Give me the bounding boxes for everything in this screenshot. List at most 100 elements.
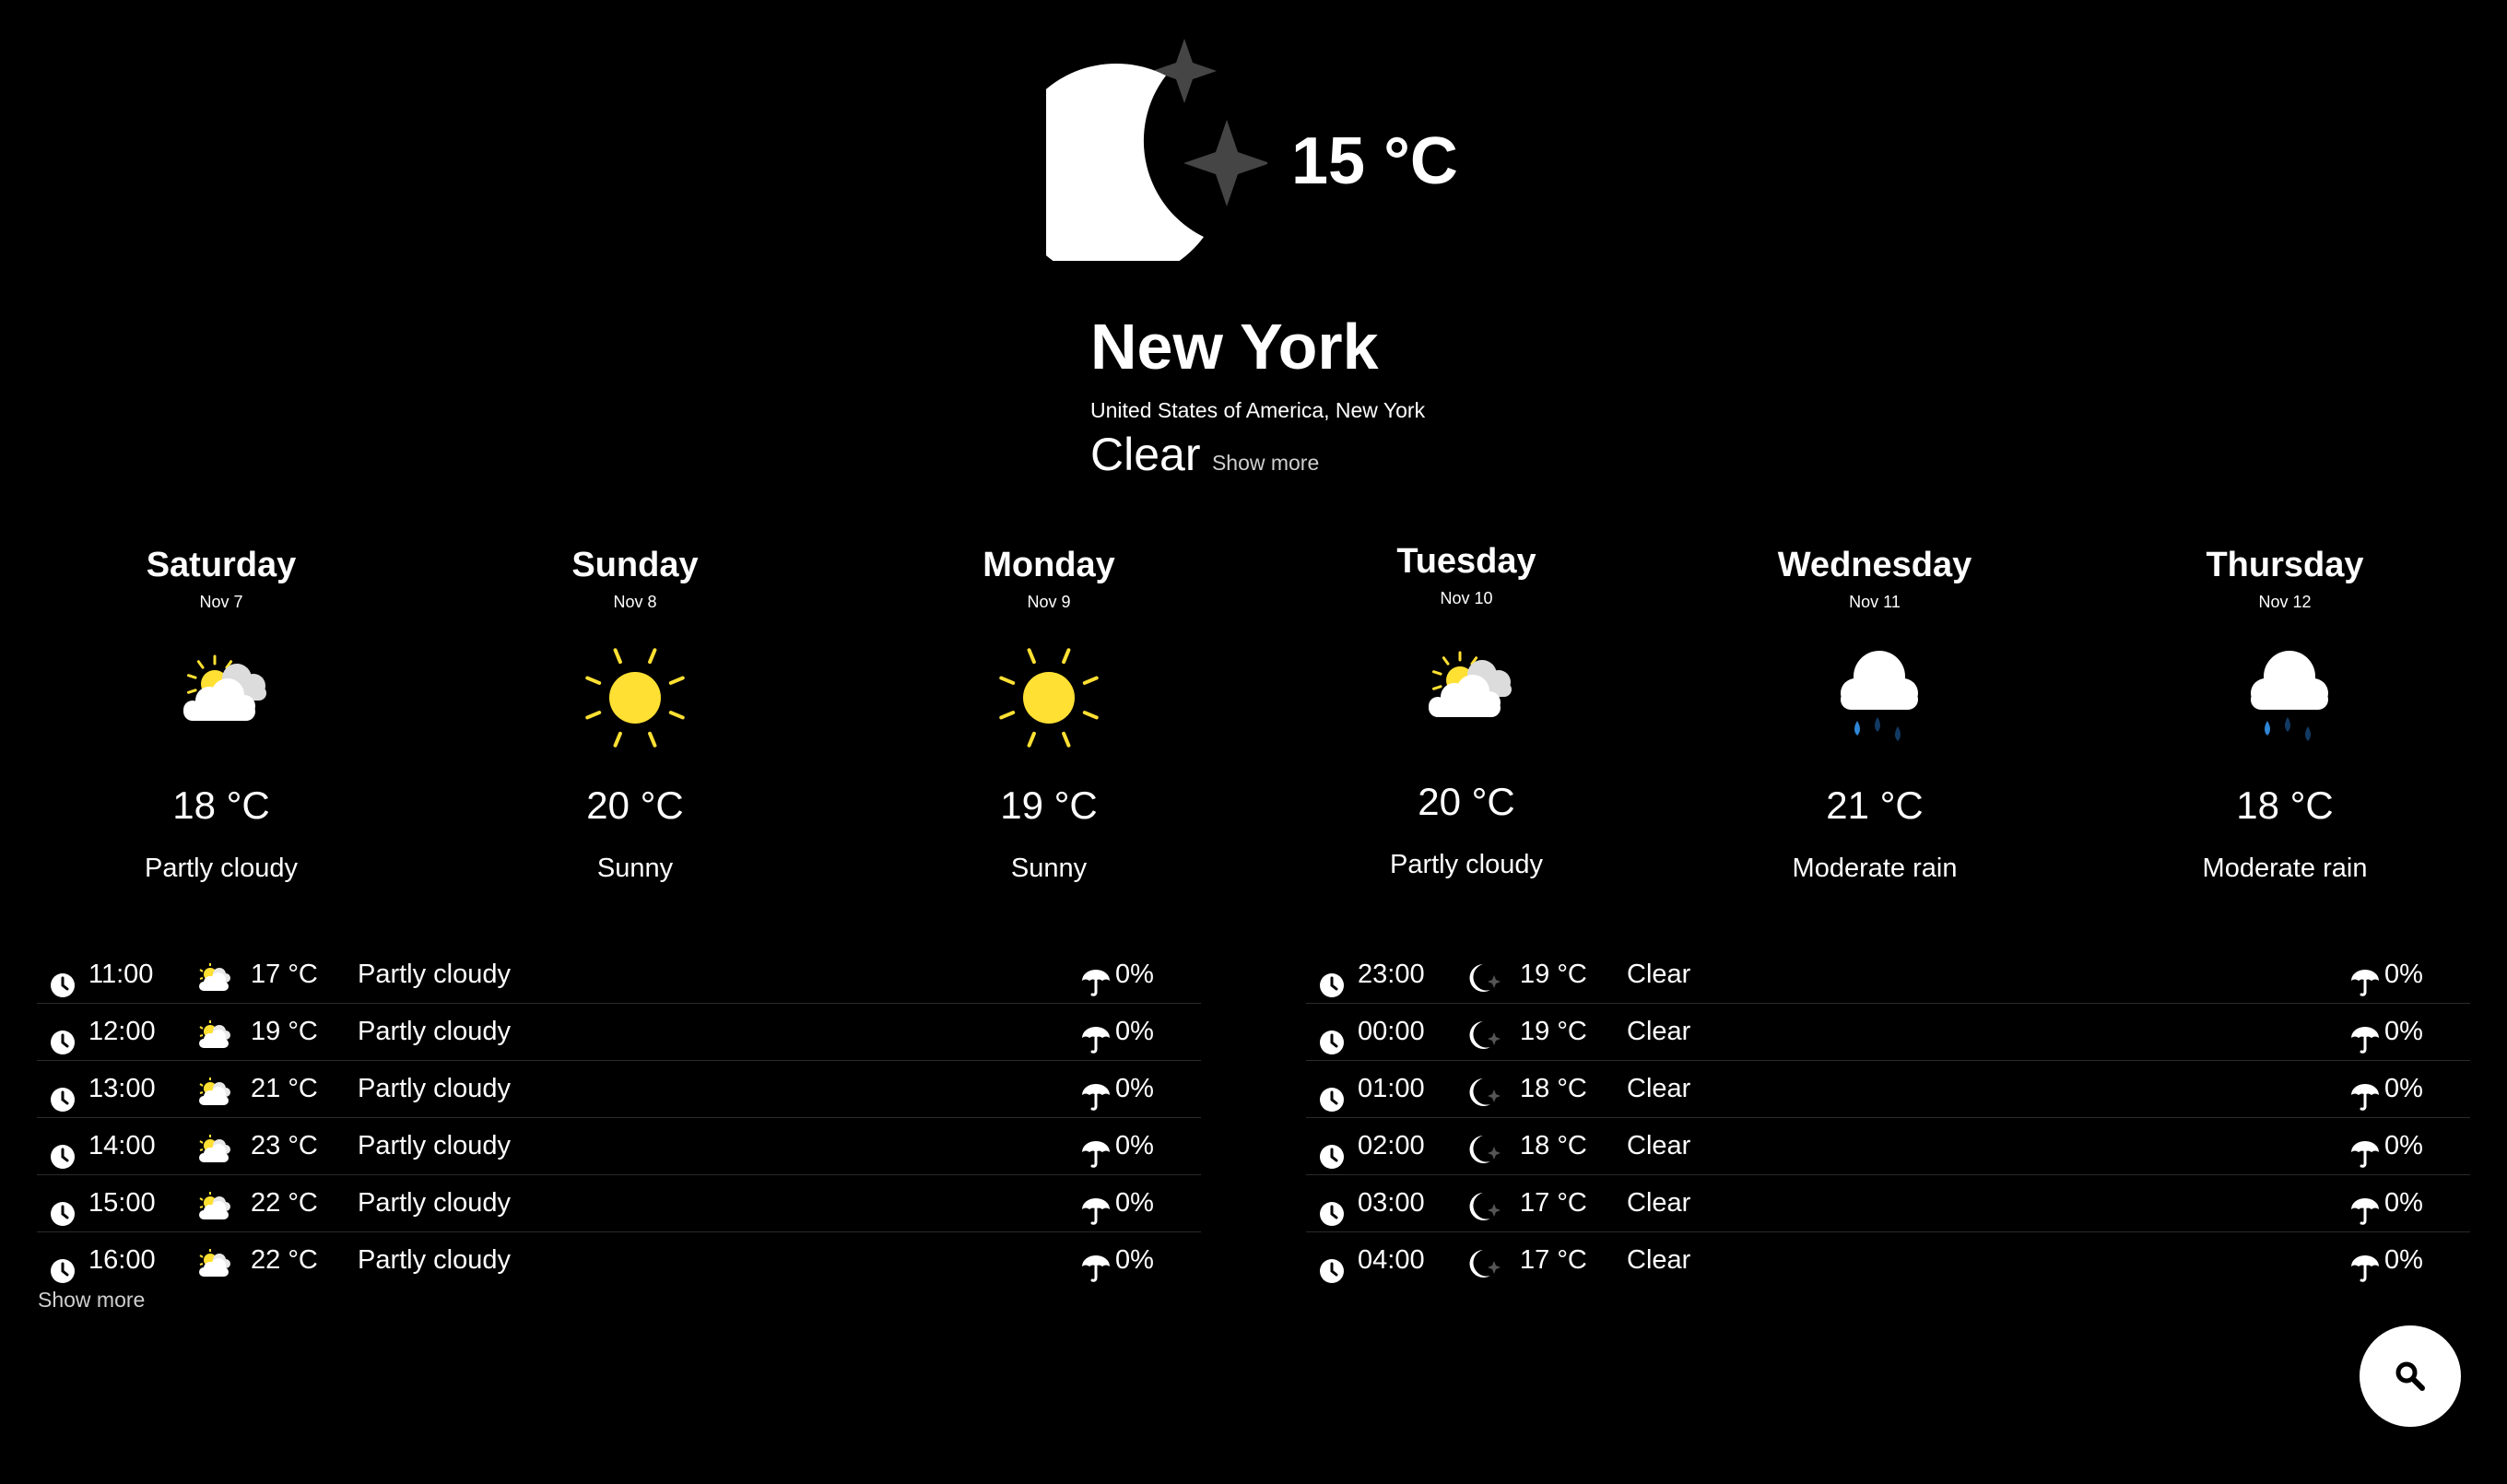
hour-time: 02:00 <box>1358 1131 1425 1160</box>
hour-temperature: 19 °C <box>1520 960 1587 989</box>
hourly-show-more-link[interactable]: Show more <box>38 1288 145 1313</box>
city-name: New York <box>1090 311 1379 383</box>
umbrella-icon <box>2349 1190 2381 1225</box>
weather-app: 15 °C New York United States of America,… <box>0 0 2507 1484</box>
hourly-row: 01:00 18 °C Clear 0% <box>1306 1061 2470 1118</box>
hour-time: 01:00 <box>1358 1074 1425 1103</box>
umbrella-icon <box>2349 1247 2381 1282</box>
hourly-row: 04:00 17 °C Clear 0% <box>1306 1232 2470 1289</box>
forecast-temperature: 18 °C <box>172 783 270 827</box>
forecast-day-name: Sunday <box>571 546 699 584</box>
hourly-row: 12:00 19 °C Partly cloudy 0% <box>37 1004 1201 1061</box>
forecast-date: Nov 9 <box>1027 593 1071 611</box>
hour-time: 04:00 <box>1358 1245 1425 1275</box>
hour-temperature: 23 °C <box>251 1131 318 1160</box>
forecast-date: Nov 11 <box>1849 593 1901 611</box>
partly-cloudy-icon <box>194 1244 234 1278</box>
hour-time: 03:00 <box>1358 1188 1425 1218</box>
umbrella-icon <box>1080 1133 1112 1168</box>
forecast-temperature: 19 °C <box>1000 783 1098 827</box>
hour-condition: Clear <box>1627 1188 1691 1218</box>
forecast-day-wednesday: Wednesday Nov 11 21 °C Moderate rain <box>1736 542 2013 887</box>
precipitation-chance: 0% <box>2384 1074 2423 1103</box>
hour-condition: Partly cloudy <box>358 1131 512 1160</box>
rain-cloud-icon <box>1815 638 1935 758</box>
forecast-day-saturday: Saturday Nov 7 18 °C Partly cloudy <box>83 542 359 887</box>
hour-condition: Clear <box>1627 1245 1691 1275</box>
precipitation-chance: 0% <box>2384 1131 2423 1160</box>
hour-time: 12:00 <box>88 1017 156 1046</box>
rain-cloud-icon <box>2225 638 2345 758</box>
precipitation-chance: 0% <box>1115 1074 1154 1103</box>
clock-icon <box>1319 1077 1345 1112</box>
show-more-link[interactable]: Show more <box>1212 451 1319 475</box>
forecast-day-name: Thursday <box>2206 546 2364 584</box>
hourly-row: 11:00 17 °C Partly cloudy 0% <box>37 947 1201 1004</box>
umbrella-icon <box>2349 1133 2381 1168</box>
forecast-day-sunday: Sunday Nov 8 20 °C Sunny <box>497 542 773 887</box>
hourly-row: 00:00 19 °C Clear 0% <box>1306 1004 2470 1061</box>
umbrella-icon <box>1080 1247 1112 1282</box>
hourly-row: 02:00 18 °C Clear 0% <box>1306 1118 2470 1175</box>
hour-time: 23:00 <box>1358 960 1425 989</box>
forecast-day-name: Wednesday <box>1777 546 1972 584</box>
hour-temperature: 17 °C <box>1520 1188 1587 1218</box>
region-name: United States of America, New York <box>1090 398 1426 422</box>
search-icon <box>2395 1361 2425 1391</box>
sun-icon <box>575 638 695 758</box>
partly-cloudy-icon <box>194 1016 234 1049</box>
precipitation-chance: 0% <box>1115 1131 1154 1160</box>
current-condition: Clear <box>1090 429 1201 480</box>
hour-temperature: 17 °C <box>1520 1245 1587 1275</box>
forecast-day-thursday: Thursday Nov 12 18 °C Moderate rain <box>2147 542 2423 887</box>
precipitation-chance: 0% <box>2384 1017 2423 1046</box>
hour-temperature: 17 °C <box>251 960 318 989</box>
hour-temperature: 18 °C <box>1520 1074 1587 1103</box>
forecast-temperature: 20 °C <box>586 783 684 827</box>
hour-condition: Partly cloudy <box>358 1245 512 1275</box>
hour-time: 14:00 <box>88 1131 156 1160</box>
hour-condition: Clear <box>1627 1131 1691 1160</box>
precipitation-chance: 0% <box>2384 960 2423 989</box>
clock-icon <box>1319 1019 1345 1054</box>
hourly-row: 23:00 19 °C Clear 0% <box>1306 947 2470 1004</box>
clock-icon <box>50 962 76 997</box>
moon-icon <box>1463 1187 1503 1220</box>
forecast-condition: Partly cloudy <box>144 854 298 883</box>
hour-time: 15:00 <box>88 1188 156 1218</box>
forecast-day-name: Tuesday <box>1396 542 1536 581</box>
current-temperature: 15 °C <box>1291 124 1458 198</box>
umbrella-icon <box>1080 1019 1112 1054</box>
forecast-temperature: 21 °C <box>1826 783 1924 827</box>
partly-cloudy-icon <box>161 638 281 758</box>
clock-icon <box>1319 1134 1345 1169</box>
moon-stars-icon <box>1046 39 1267 261</box>
forecast-date: Nov 10 <box>1440 589 1493 607</box>
hour-condition: Partly cloudy <box>358 1188 512 1218</box>
moon-icon <box>1463 1130 1503 1163</box>
forecast-date: Nov 8 <box>613 593 657 611</box>
moon-icon <box>1463 1073 1503 1106</box>
precipitation-chance: 0% <box>1115 1188 1154 1218</box>
clock-icon <box>50 1191 76 1226</box>
forecast-temperature: 20 °C <box>1418 780 1515 823</box>
clock-icon <box>1319 962 1345 997</box>
precipitation-chance: 0% <box>2384 1245 2423 1275</box>
precipitation-chance: 0% <box>2384 1188 2423 1218</box>
forecast-condition: Sunny <box>596 854 674 883</box>
moon-icon <box>1463 1244 1503 1278</box>
forecast-condition: Moderate rain <box>2202 854 2368 883</box>
forecast-day-name: Monday <box>983 546 1115 584</box>
search-button[interactable] <box>2360 1325 2461 1427</box>
hour-temperature: 22 °C <box>251 1245 318 1275</box>
clock-icon <box>50 1134 76 1169</box>
partly-cloudy-icon <box>194 1073 234 1106</box>
hourly-forecast-left: 11:00 17 °C Partly cloudy 0% 12:00 19 °C… <box>37 947 1201 1289</box>
hour-condition: Partly cloudy <box>358 1074 512 1103</box>
hourly-row: 16:00 22 °C Partly cloudy 0% <box>37 1232 1201 1289</box>
precipitation-chance: 0% <box>1115 1245 1154 1275</box>
partly-cloudy-icon <box>194 959 234 992</box>
moon-icon <box>1463 1016 1503 1049</box>
hour-condition: Clear <box>1627 1074 1691 1103</box>
hour-condition: Partly cloudy <box>358 960 512 989</box>
